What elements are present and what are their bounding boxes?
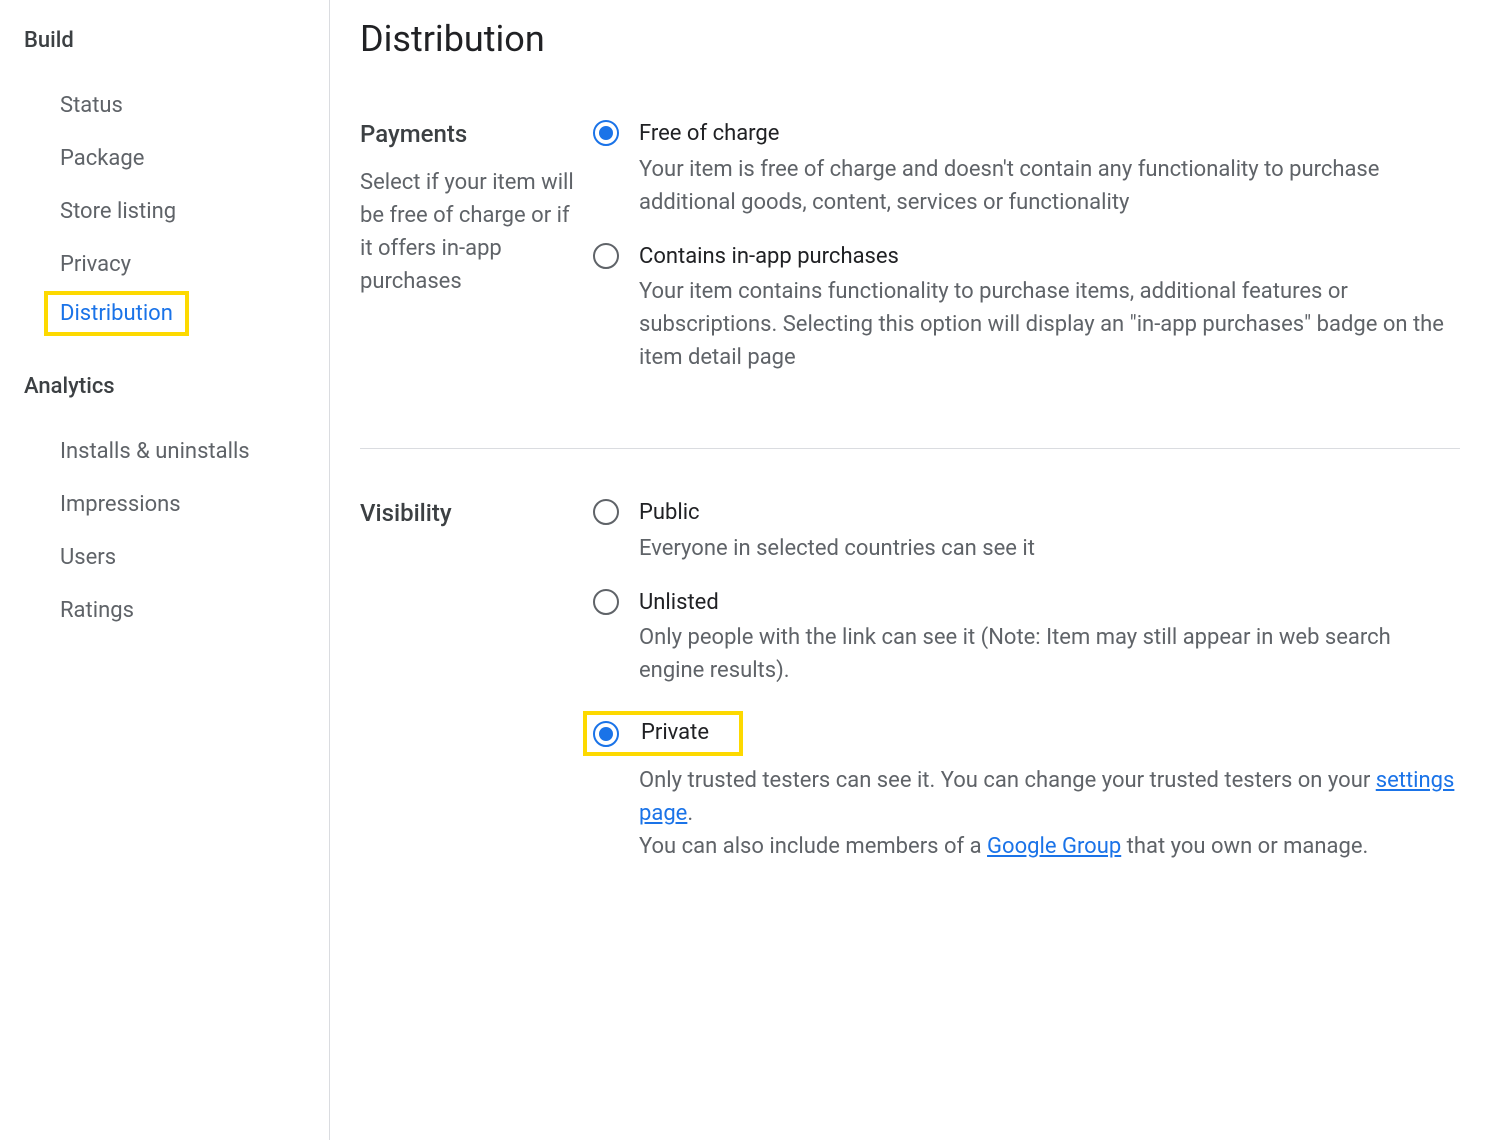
private-desc-text4: that you own or manage. <box>1121 834 1368 859</box>
visibility-section-left: Visibility <box>360 499 585 887</box>
visibility-options: Public Everyone in selected countries ca… <box>585 499 1460 887</box>
radio-inapp-description: Your item contains functionality to purc… <box>639 275 1460 374</box>
radio-unlisted-label: Unlisted <box>639 589 1460 618</box>
radio-inapp[interactable] <box>593 243 619 269</box>
visibility-section: Visibility Public Everyone in selected c… <box>360 499 1460 937</box>
payments-section: Payments Select if your item will be fre… <box>360 120 1460 449</box>
visibility-title: Visibility <box>360 499 585 527</box>
radio-free[interactable] <box>593 120 619 146</box>
radio-free-content: Free of charge Your item is free of char… <box>639 120 1460 219</box>
sidebar-item-distribution[interactable]: Distribution <box>60 295 173 332</box>
radio-unlisted-content: Unlisted Only people with the link can s… <box>639 589 1460 688</box>
radio-free-description: Your item is free of charge and doesn't … <box>639 153 1460 219</box>
highlight-private: Private <box>583 711 743 756</box>
sidebar-item-package[interactable]: Package <box>0 132 329 185</box>
radio-unlisted[interactable] <box>593 589 619 615</box>
main-content: Distribution Payments Select if your ite… <box>330 0 1490 1140</box>
sidebar-item-store-listing[interactable]: Store listing <box>0 185 329 238</box>
radio-public-description: Everyone in selected countries can see i… <box>639 532 1460 565</box>
radio-public-content: Public Everyone in selected countries ca… <box>639 499 1460 565</box>
radio-private[interactable] <box>593 721 619 747</box>
radio-public[interactable] <box>593 499 619 525</box>
private-desc-text1: Only trusted testers can see it. You can… <box>639 768 1376 793</box>
payments-options: Free of charge Your item is free of char… <box>585 120 1460 398</box>
radio-private-description: Only trusted testers can see it. You can… <box>639 764 1460 863</box>
radio-public-label: Public <box>639 499 1460 528</box>
sidebar-item-impressions[interactable]: Impressions <box>0 478 329 531</box>
sidebar: Build Status Package Store listing Priva… <box>0 0 330 1140</box>
visibility-option-public: Public Everyone in selected countries ca… <box>593 499 1460 565</box>
sidebar-item-installs[interactable]: Installs & uninstalls <box>0 425 329 478</box>
sidebar-item-users[interactable]: Users <box>0 531 329 584</box>
sidebar-item-status[interactable]: Status <box>0 79 329 132</box>
radio-inapp-content: Contains in-app purchases Your item cont… <box>639 243 1460 375</box>
payments-subtitle: Select if your item will be free of char… <box>360 166 585 298</box>
radio-inapp-label: Contains in-app purchases <box>639 243 1460 272</box>
sidebar-item-privacy[interactable]: Privacy <box>0 238 329 291</box>
sidebar-section-build: Build <box>0 20 329 61</box>
payments-option-free: Free of charge Your item is free of char… <box>593 120 1460 219</box>
payments-option-inapp: Contains in-app purchases Your item cont… <box>593 243 1460 375</box>
radio-free-label: Free of charge <box>639 120 1460 149</box>
highlight-distribution: Distribution <box>44 291 189 336</box>
payments-title: Payments <box>360 120 585 148</box>
sidebar-item-ratings[interactable]: Ratings <box>0 584 329 637</box>
radio-private-label: Private <box>641 719 709 748</box>
visibility-option-unlisted: Unlisted Only people with the link can s… <box>593 589 1460 688</box>
radio-unlisted-description: Only people with the link can see it (No… <box>639 621 1460 687</box>
visibility-option-private: Private Only trusted testers can see it.… <box>593 711 1460 863</box>
google-group-link[interactable]: Google Group <box>987 834 1121 859</box>
payments-section-left: Payments Select if your item will be fre… <box>360 120 585 398</box>
private-desc-text2: . <box>687 801 693 826</box>
page-title: Distribution <box>360 0 1460 120</box>
sidebar-section-analytics: Analytics <box>0 366 329 407</box>
private-desc-text3: You can also include members of a <box>639 834 987 859</box>
